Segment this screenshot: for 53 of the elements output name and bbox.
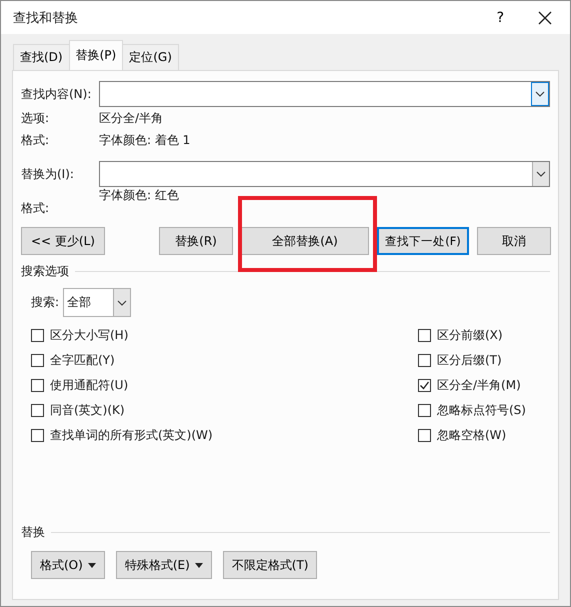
- tab[interactable]: 替换(P): [68, 40, 124, 70]
- checkbox[interactable]: [31, 429, 44, 442]
- dialog-button[interactable]: 替换(R): [159, 227, 233, 255]
- checkbox[interactable]: [31, 354, 44, 367]
- search-select[interactable]: 全部: [63, 288, 132, 317]
- checkbox[interactable]: [418, 354, 431, 367]
- checkbox[interactable]: [31, 329, 44, 342]
- format-button[interactable]: 不限定格式(T): [222, 551, 318, 579]
- dialog-button[interactable]: 取消: [477, 227, 551, 255]
- checkbox-option[interactable]: 区分后缀(T): [418, 348, 540, 373]
- dropdown-button[interactable]: [531, 82, 549, 106]
- checkbox[interactable]: [31, 404, 44, 417]
- replace-field[interactable]: [99, 161, 550, 187]
- checkbox-option[interactable]: 忽略标点符号(S): [418, 398, 540, 423]
- format-button[interactable]: 特殊格式(E): [116, 551, 212, 579]
- checkbox[interactable]: [418, 379, 431, 392]
- checkbox-option[interactable]: 忽略空格(W): [418, 423, 540, 448]
- dropdown-button[interactable]: [532, 162, 549, 186]
- window-title: 查找和替换: [13, 10, 79, 26]
- dialog-button[interactable]: << 更少(L): [21, 227, 105, 255]
- dialog-button[interactable]: 全部替换(A): [241, 227, 369, 255]
- checkbox[interactable]: [418, 404, 431, 417]
- field-label: 查找内容(N):: [21, 86, 92, 102]
- checkbox-option[interactable]: 区分大小写(H): [31, 323, 213, 348]
- info-label: 选项:: [21, 110, 50, 126]
- checkbox[interactable]: [418, 329, 431, 342]
- field-label: 替换为(I):: [21, 166, 75, 182]
- format-button[interactable]: 格式(O): [31, 551, 105, 579]
- info-label: 格式:: [21, 132, 50, 148]
- find-field[interactable]: [99, 81, 550, 107]
- close-icon[interactable]: [538, 10, 552, 24]
- info-label: 格式:: [21, 200, 50, 217]
- checkbox-option[interactable]: 查找单词的所有形式(英文)(W): [31, 423, 213, 448]
- checkbox-option[interactable]: 区分全/半角(M): [418, 373, 540, 398]
- info-value: 字体颜色: 着色 1: [99, 132, 190, 148]
- section-title: 替换: [21, 524, 45, 541]
- tab[interactable]: 查找(D): [13, 44, 70, 70]
- checkbox[interactable]: [418, 429, 431, 442]
- checkbox-option[interactable]: 使用通配符(U): [31, 373, 213, 398]
- info-value: 区分全/半角: [99, 110, 164, 126]
- checkbox[interactable]: [31, 379, 44, 392]
- info-value: 字体颜色: 红色: [99, 187, 179, 204]
- chevron-down-icon: [535, 91, 545, 97]
- help-button[interactable]: ?: [492, 10, 508, 26]
- checkbox-option[interactable]: 区分前缀(X): [418, 323, 540, 348]
- tab[interactable]: 定位(G): [122, 44, 179, 70]
- checkbox-option[interactable]: 同音(英文)(K): [31, 398, 213, 423]
- chevron-down-icon: [117, 300, 128, 306]
- search-label: 搜索:: [31, 294, 60, 311]
- dialog-button[interactable]: 查找下一处(F): [377, 227, 469, 255]
- checkbox-option[interactable]: 全字匹配(Y): [31, 348, 213, 373]
- chevron-down-icon: [536, 171, 546, 177]
- section-title: 搜索选项: [21, 263, 69, 280]
